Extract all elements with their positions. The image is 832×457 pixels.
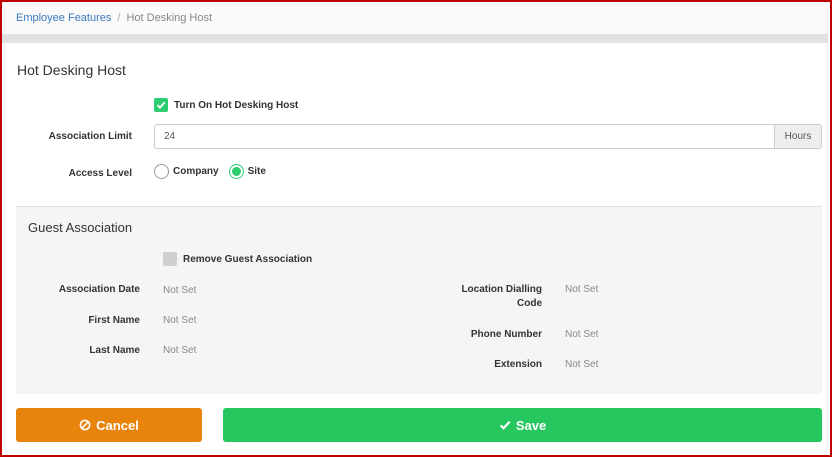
hours-addon: Hours [774, 124, 822, 149]
radio-selected-dot [231, 167, 241, 176]
extension-value: Not Set [565, 359, 599, 370]
guest-association-title: Guest Association [28, 220, 133, 235]
last-name-value: Not Set [163, 345, 197, 356]
first-name-value: Not Set [163, 315, 197, 326]
remove-guest-association-label: Remove Guest Association [183, 253, 313, 265]
turn-on-hot-desking-checkbox[interactable] [154, 98, 168, 112]
association-limit-group: Hours [154, 124, 822, 149]
cancel-button-label: Cancel [96, 417, 139, 433]
association-limit-label: Association Limit [48, 131, 132, 142]
check-icon [499, 421, 511, 430]
page-title: Hot Desking Host [17, 62, 126, 78]
check-icon [156, 101, 166, 109]
header-divider [2, 34, 828, 43]
company-radio-label: Company [173, 166, 219, 177]
ban-icon [79, 419, 91, 431]
breadcrumb: Employee Features / Hot Desking Host [2, 2, 828, 34]
turn-on-hot-desking-label: Turn On Hot Desking Host [174, 99, 299, 111]
association-date-label: Association Date [58, 284, 140, 295]
location-dialling-code-label-line1: Location Dialling [461, 284, 542, 295]
phone-number-value: Not Set [565, 329, 599, 340]
phone-number-label: Phone Number [470, 329, 542, 340]
site-radio[interactable] [228, 164, 244, 179]
guest-association-panel [16, 206, 822, 394]
last-name-label: Last Name [89, 345, 140, 356]
association-limit-input[interactable] [154, 124, 774, 149]
access-level-company-option[interactable]: Company [154, 164, 219, 179]
remove-guest-association-checkbox[interactable] [163, 252, 177, 266]
cancel-button[interactable]: Cancel [16, 408, 202, 442]
access-level-label: Access Level [68, 168, 132, 179]
remove-guest-association-row[interactable]: Remove Guest Association [163, 252, 312, 266]
company-radio[interactable] [154, 164, 169, 179]
access-level-radio-group: Company Site [154, 164, 266, 179]
extension-label: Extension [494, 359, 542, 370]
access-level-site-option[interactable]: Site [228, 164, 266, 179]
location-dialling-code-value: Not Set [565, 284, 599, 295]
turn-on-hot-desking-row[interactable]: Turn On Hot Desking Host [154, 98, 298, 112]
save-button-label: Save [515, 417, 547, 433]
breadcrumb-employee-features-link[interactable]: Employee Features [16, 12, 111, 34]
first-name-label: First Name [88, 315, 140, 326]
location-dialling-code-label-line2: Code [517, 298, 542, 309]
breadcrumb-current: Hot Desking Host [126, 12, 213, 24]
breadcrumb-separator: / [117, 12, 121, 24]
association-date-value: Not Set [163, 285, 197, 296]
save-button[interactable]: Save [223, 408, 822, 442]
site-radio-label: Site [247, 166, 266, 177]
